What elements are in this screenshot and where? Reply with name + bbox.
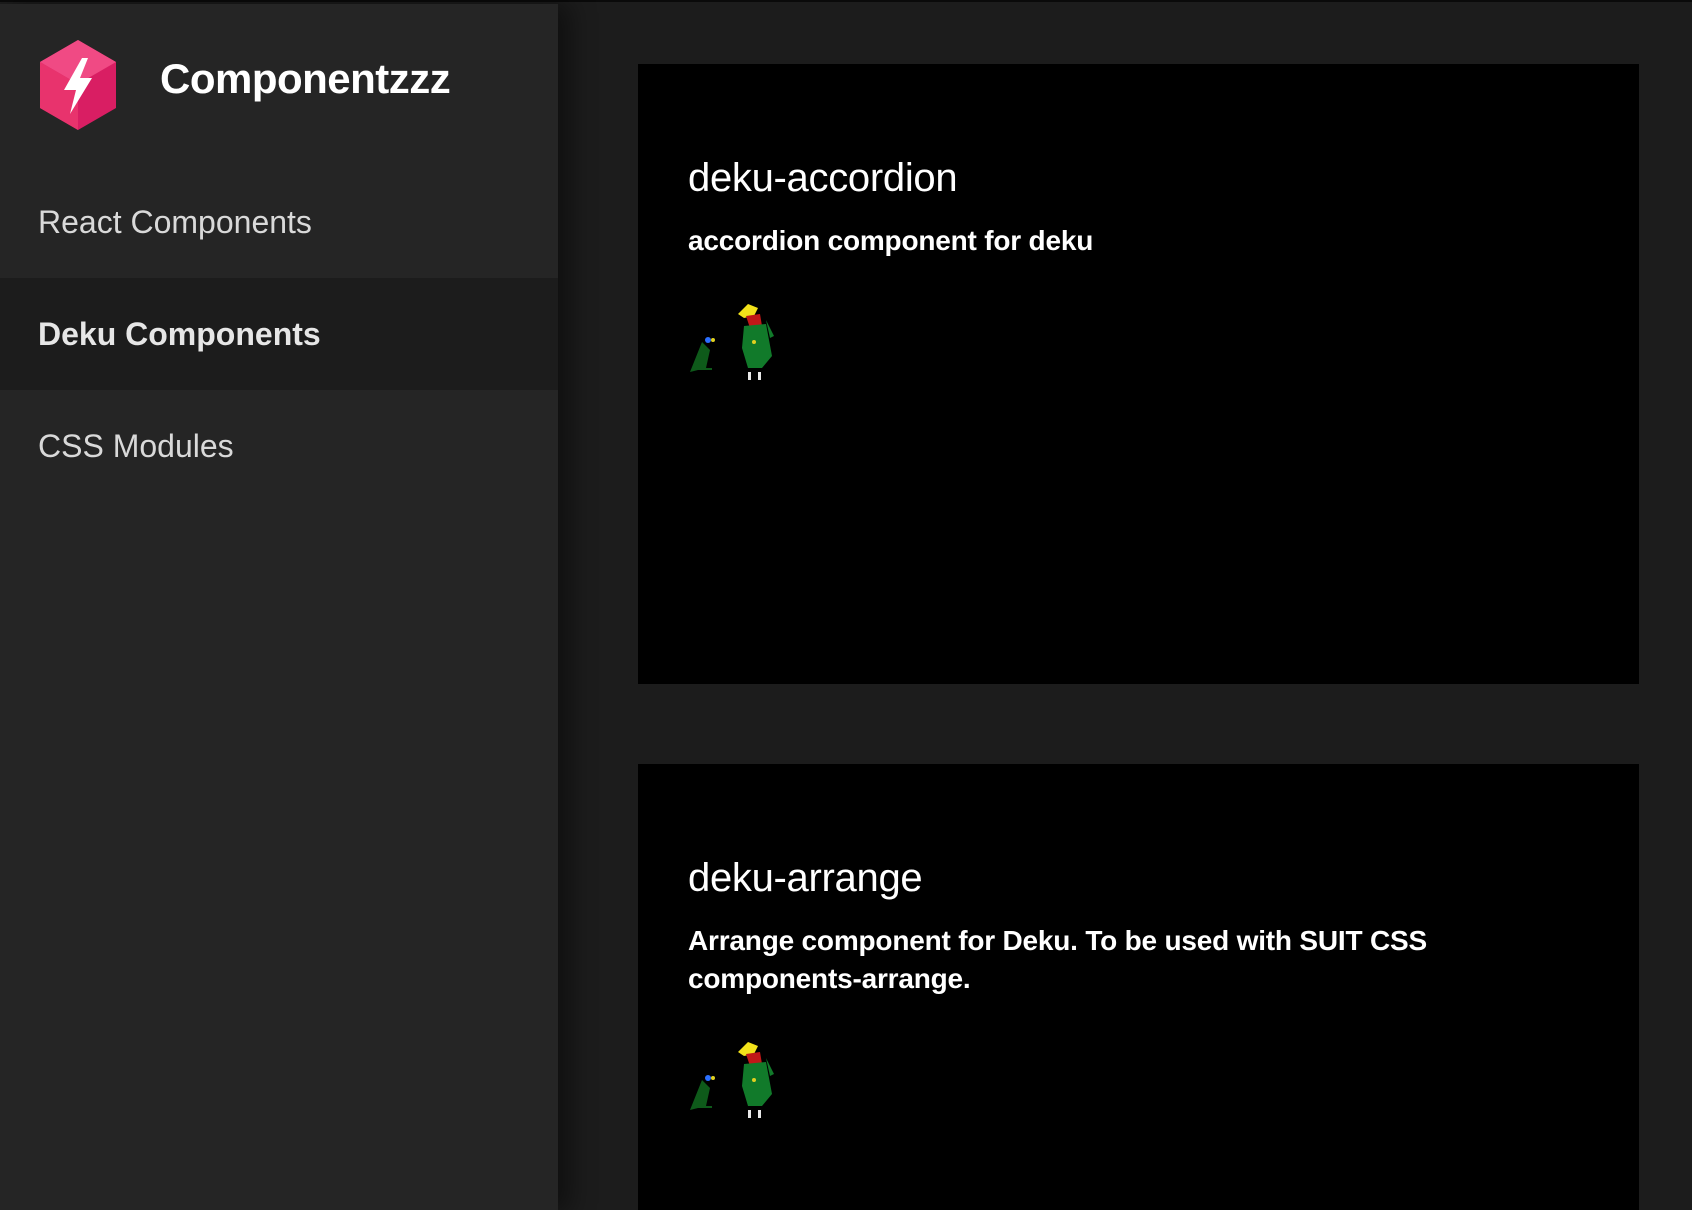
component-title[interactable]: deku-accordion xyxy=(688,156,958,201)
component-title[interactable]: deku-arrange xyxy=(688,856,923,901)
sidebar-nav: React Components Deku Components CSS Mod… xyxy=(0,166,558,502)
component-description: Arrange component for Deku. To be used w… xyxy=(688,925,1427,994)
sidebar-item-deku-components[interactable]: Deku Components xyxy=(0,278,558,390)
brand-title: Componentzzz xyxy=(160,55,451,102)
sidebar: Componentzzz React Components Deku Compo… xyxy=(0,4,558,1210)
pixel-character-sprite-icon xyxy=(690,1042,774,1118)
app-window: Componentzzz React Components Deku Compo… xyxy=(0,0,1692,1210)
bolt-hexagon-icon xyxy=(40,40,116,130)
sidebar-item-css-modules[interactable]: CSS Modules xyxy=(0,390,558,502)
component-description: accordion component for deku xyxy=(688,225,1094,256)
component-card[interactable]: deku-accordion accordion component for d… xyxy=(638,64,1639,684)
sidebar-item-react-components[interactable]: React Components xyxy=(0,166,558,278)
component-card[interactable]: deku-arrange Arrange component for Deku.… xyxy=(638,764,1639,1210)
pixel-character-sprite-icon xyxy=(690,304,774,380)
brand-header[interactable]: Componentzzz xyxy=(36,38,451,132)
main-content: deku-accordion accordion component for d… xyxy=(558,4,1692,1210)
